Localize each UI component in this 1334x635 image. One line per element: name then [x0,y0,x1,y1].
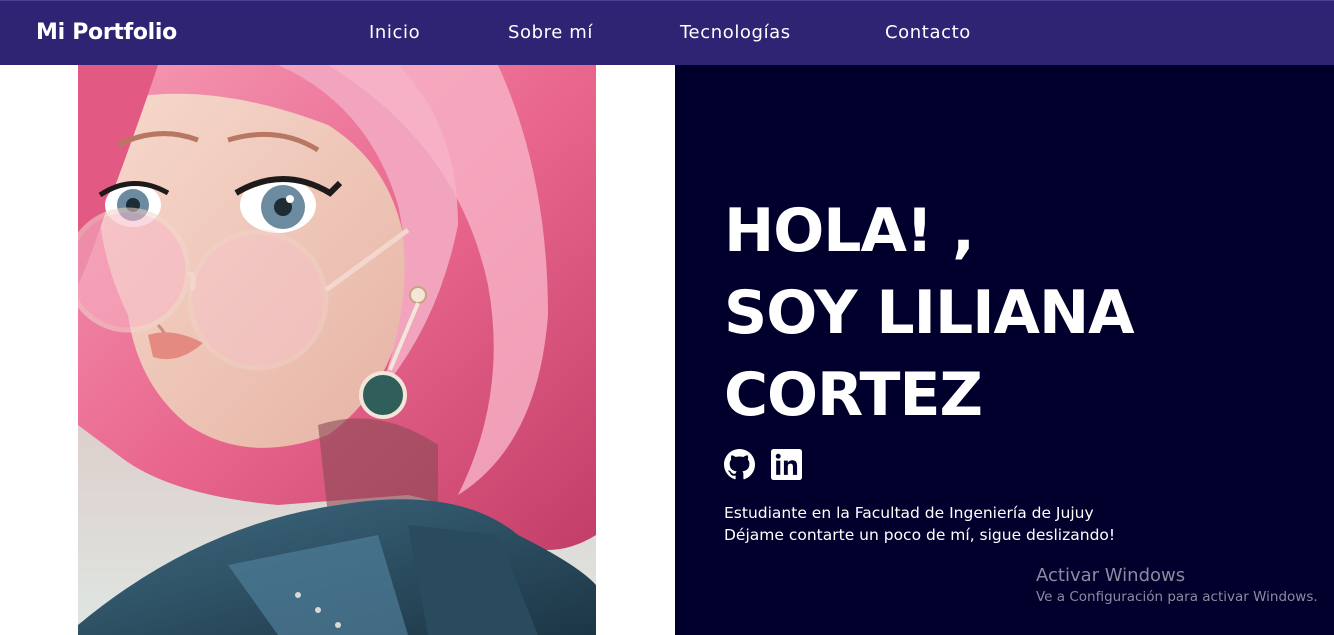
headline-line-3: CORTEZ [724,360,983,430]
nav-link-contacto[interactable]: Contacto [885,22,971,43]
navbar: Mi Portfolio Inicio Sobre mí Tecnologías… [0,0,1334,65]
headline-line-2: SOY LILIANA [724,278,1135,348]
hero-headline: HOLA! , SOY LILIANA CORTEZ [724,190,1135,436]
headline-line-1: HOLA! , [724,196,975,266]
intro-line-2: Déjame contarte un poco de mí, sigue des… [724,526,1116,544]
windows-activation-watermark: Activar Windows Ve a Configuración para … [1036,565,1318,607]
social-links [724,449,802,480]
nav-link-sobre-mi[interactable]: Sobre mí [508,22,593,43]
github-icon[interactable] [724,449,755,480]
nav-link-tecnologias[interactable]: Tecnologías [680,22,791,43]
profile-illustration-art [78,65,596,635]
watermark-subtitle: Ve a Configuración para activar Windows. [1036,589,1318,605]
linkedin-icon[interactable] [771,449,802,480]
hero-intro: Estudiante en la Facultad de Ingeniería … [724,502,1115,546]
profile-illustration [78,65,596,635]
nav-link-inicio[interactable]: Inicio [369,22,420,43]
intro-line-1: Estudiante en la Facultad de Ingeniería … [724,504,1094,522]
brand-logo[interactable]: Mi Portfolio [36,20,177,45]
watermark-title: Activar Windows [1036,565,1186,586]
